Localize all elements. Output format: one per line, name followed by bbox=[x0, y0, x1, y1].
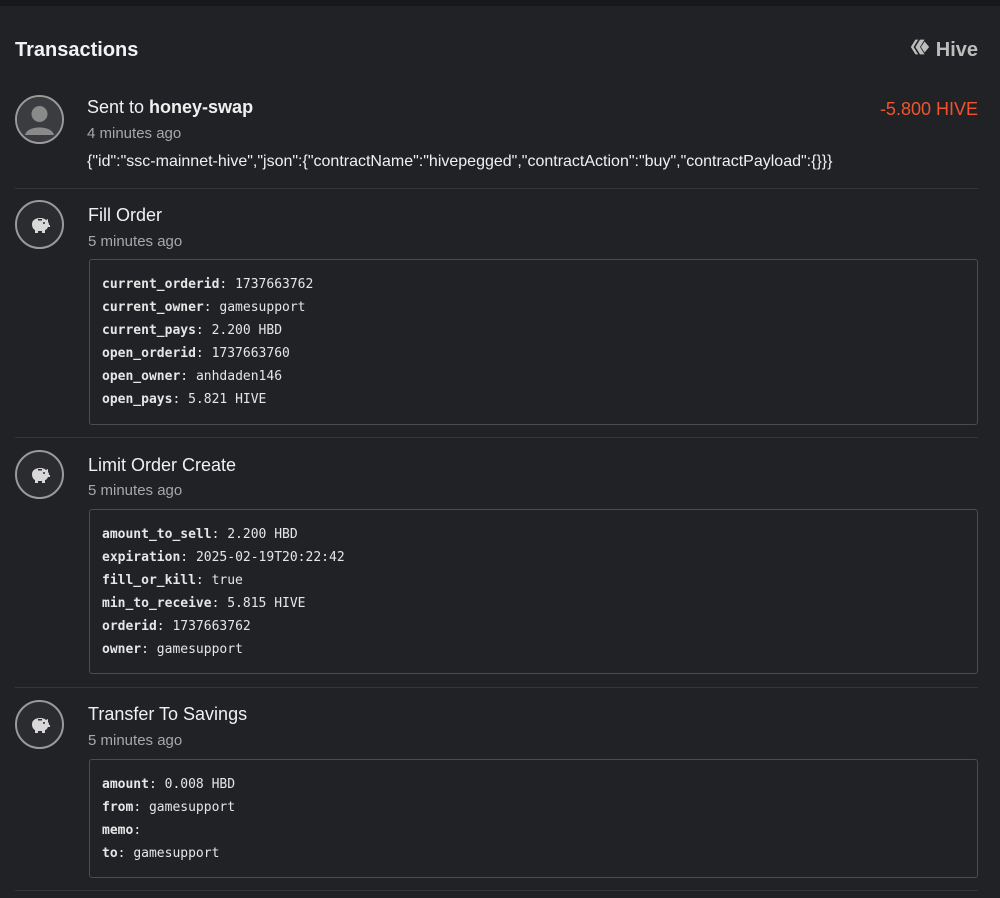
detail-row: current_pays: 2.200 HBD bbox=[102, 323, 283, 338]
detail-key: amount bbox=[102, 777, 149, 792]
hive-logo-icon bbox=[909, 36, 931, 64]
user-avatar-icon[interactable] bbox=[15, 95, 64, 144]
detail-key: min_to_receive bbox=[102, 596, 212, 611]
detail-key: memo bbox=[102, 823, 134, 838]
recipient-link[interactable]: honey-swap bbox=[149, 97, 253, 117]
detail-row: current_orderid: 1737663762 bbox=[102, 277, 314, 292]
transaction-time: 5 minutes ago bbox=[88, 233, 183, 250]
detail-key: open_orderid bbox=[102, 346, 196, 361]
divider bbox=[15, 188, 978, 189]
detail-row: open_owner: anhdaden146 bbox=[102, 369, 283, 384]
detail-value: 5.815 HIVE bbox=[227, 596, 306, 611]
detail-value: anhdaden146 bbox=[195, 369, 283, 384]
detail-row: owner: gamesupport bbox=[102, 642, 243, 657]
detail-key: from bbox=[102, 800, 134, 815]
detail-key: open_owner bbox=[102, 369, 181, 384]
detail-value: 1737663762 bbox=[235, 277, 314, 292]
divider bbox=[15, 437, 978, 438]
transaction-item: Transfer To Savings 5 minutes ago amount… bbox=[15, 700, 978, 885]
title-prefix: Sent to bbox=[87, 97, 150, 117]
detail-row: fill_or_kill: true bbox=[102, 573, 243, 588]
detail-value: gamesupport bbox=[156, 642, 243, 657]
detail-row: amount_to_sell: 2.200 HBD bbox=[102, 527, 298, 542]
detail-value: gamesupport bbox=[133, 846, 220, 861]
piggy-bank-icon[interactable] bbox=[15, 200, 64, 249]
transaction-time: 5 minutes ago bbox=[88, 482, 183, 499]
transaction-time: 5 minutes ago bbox=[88, 732, 183, 749]
detail-value: gamesupport bbox=[219, 300, 306, 315]
transaction-title: Fill Order bbox=[88, 205, 163, 225]
detail-key: expiration bbox=[102, 550, 181, 565]
detail-key: current_orderid bbox=[102, 277, 220, 292]
detail-value: 1737663762 bbox=[172, 619, 251, 634]
detail-key: current_owner bbox=[102, 300, 204, 315]
piggy-bank-icon[interactable] bbox=[15, 450, 64, 499]
detail-row: amount: 0.008 HBD bbox=[102, 777, 236, 792]
detail-row: min_to_receive: 5.815 HIVE bbox=[102, 596, 306, 611]
detail-row: to: gamesupport bbox=[102, 846, 220, 861]
transaction-item: Sent to honey-swap 4 minutes ago -5.800 … bbox=[15, 95, 978, 180]
piggy-bank-icon[interactable] bbox=[15, 700, 64, 749]
detail-row: expiration: 2025-02-19T20:22:42 bbox=[102, 550, 345, 565]
detail-value: 2.200 HBD bbox=[211, 323, 283, 338]
detail-value: 5.821 HIVE bbox=[188, 392, 267, 407]
detail-row: open_pays: 5.821 HIVE bbox=[102, 392, 267, 407]
detail-value: 2.200 HBD bbox=[227, 527, 298, 542]
detail-value: 1737663760 bbox=[211, 346, 290, 361]
divider bbox=[15, 687, 978, 688]
operation-details: amount: 0.008 HBD from: gamesupport memo… bbox=[89, 759, 978, 878]
detail-key: fill_or_kill bbox=[102, 573, 196, 588]
transaction-amount: -5.800 HIVE bbox=[879, 99, 978, 119]
detail-key: to bbox=[102, 846, 118, 861]
transaction-item: Fill Order 5 minutes ago current_orderid… bbox=[15, 200, 978, 430]
detail-value: 0.008 HBD bbox=[164, 777, 236, 792]
detail-key: orderid bbox=[102, 619, 157, 634]
operation-details: current_orderid: 1737663762 current_owne… bbox=[89, 259, 978, 425]
detail-value: 2025-02-19T20:22:42 bbox=[195, 550, 345, 565]
detail-row: open_orderid: 1737663760 bbox=[102, 346, 290, 361]
transaction-title: Transfer To Savings bbox=[88, 704, 248, 724]
detail-key: current_pays bbox=[102, 323, 196, 338]
transaction-time: 4 minutes ago bbox=[87, 125, 182, 142]
transaction-title: Limit Order Create bbox=[88, 455, 237, 475]
detail-key: open_pays bbox=[102, 392, 173, 407]
detail-row: current_owner: gamesupport bbox=[102, 300, 306, 315]
detail-key: owner bbox=[102, 642, 142, 657]
page-title: Transactions bbox=[15, 38, 139, 61]
operation-details: amount_to_sell: 2.200 HBD expiration: 20… bbox=[89, 509, 978, 674]
transactions-header: Transactions Hive bbox=[15, 36, 978, 64]
divider bbox=[15, 890, 978, 891]
transaction-title: Sent to honey-swap bbox=[87, 97, 253, 118]
detail-value: true bbox=[211, 573, 243, 588]
detail-key: amount_to_sell bbox=[102, 527, 212, 542]
detail-row: from: gamesupport bbox=[102, 800, 236, 815]
top-bar bbox=[0, 0, 1000, 6]
brand-label: Hive bbox=[935, 38, 978, 61]
detail-row: orderid: 1737663762 bbox=[102, 619, 251, 634]
hive-brand[interactable]: Hive bbox=[909, 36, 978, 64]
transaction-item: Limit Order Create 5 minutes ago amount_… bbox=[15, 450, 978, 680]
detail-value: gamesupport bbox=[148, 800, 236, 815]
detail-row: memo: bbox=[102, 823, 142, 838]
transaction-memo: {"id":"ssc-mainnet-hive","json":{"contra… bbox=[87, 153, 833, 170]
